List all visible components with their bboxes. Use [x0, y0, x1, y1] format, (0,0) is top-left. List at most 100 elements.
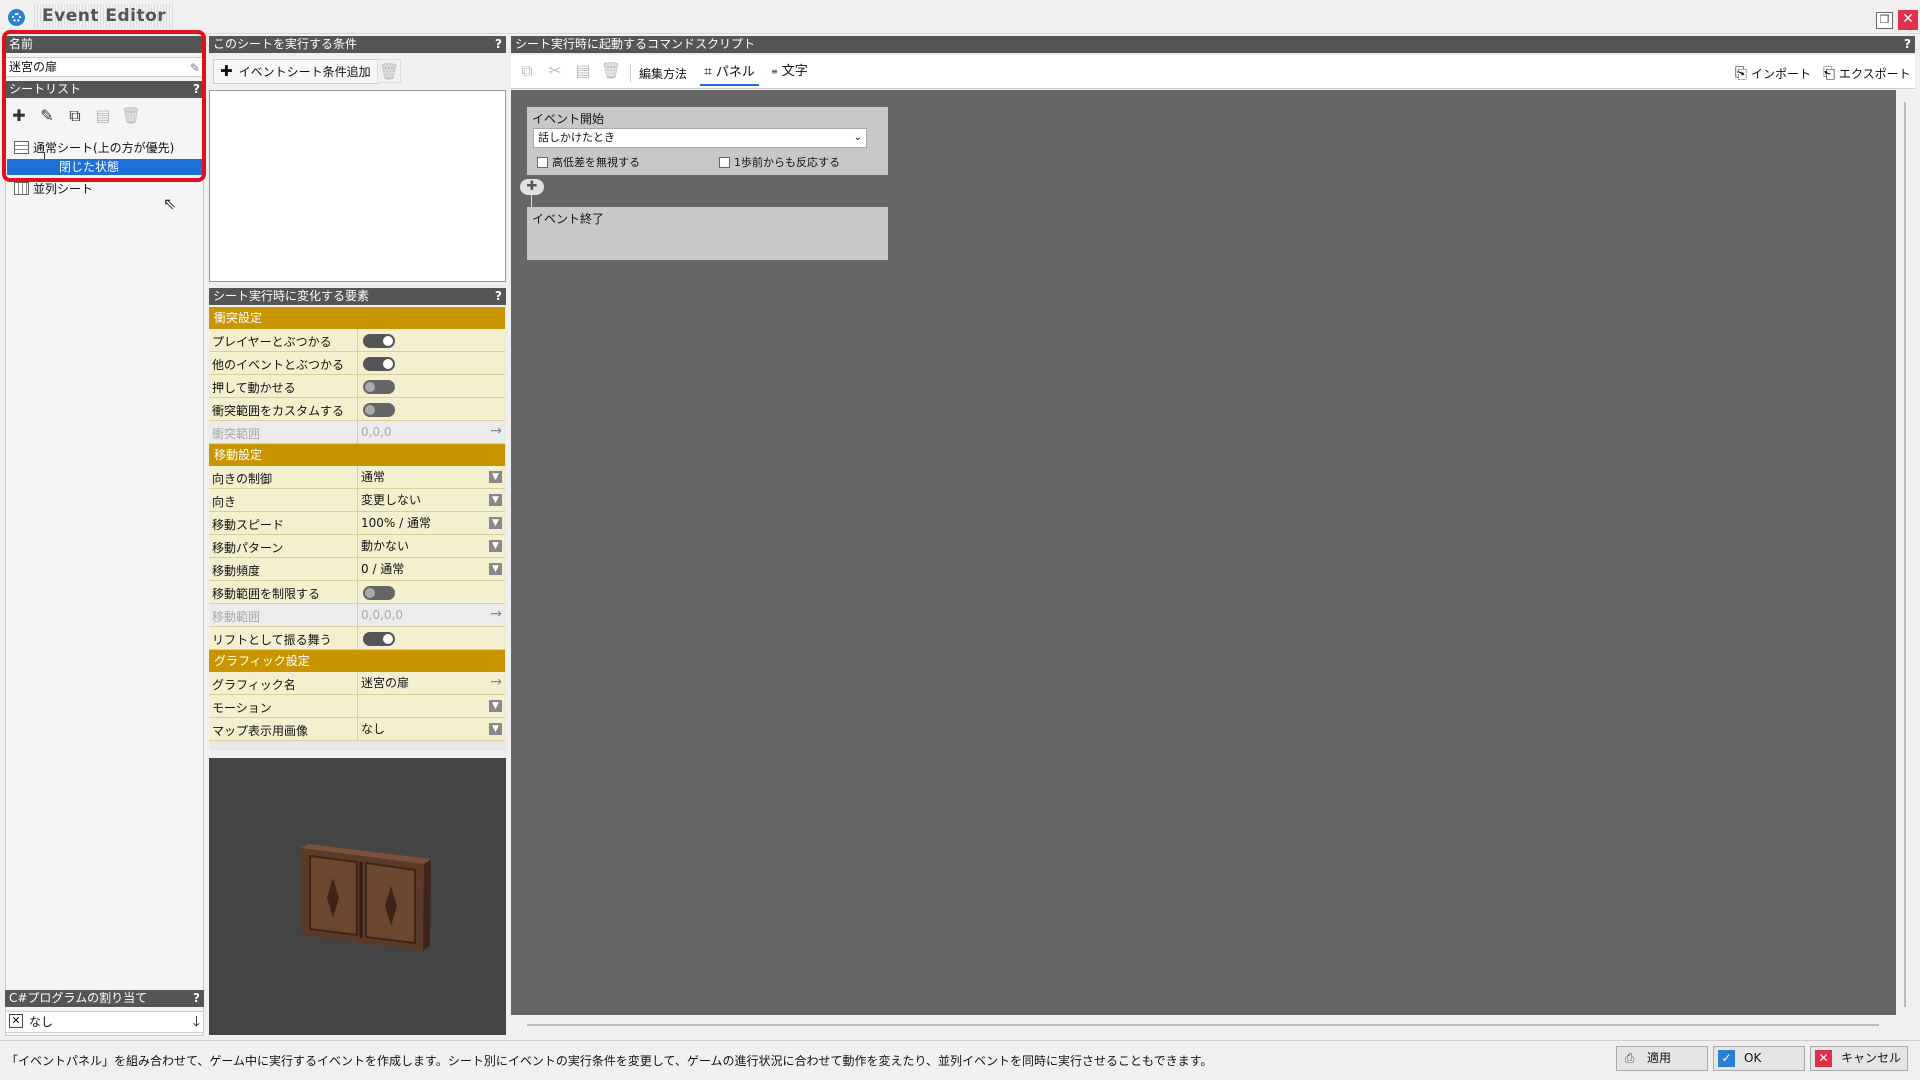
- cut-icon[interactable]: ✂: [543, 59, 567, 83]
- prop-custom-range[interactable]: 衝突範囲をカスタムする: [209, 398, 505, 421]
- event-start-panel[interactable]: イベント開始 話しかけたとき ⌄ 高低差を無視する 1歩前からも反応する: [527, 107, 888, 175]
- graphic-preview: [209, 758, 506, 1035]
- ok-button[interactable]: ✓ OK: [1713, 1046, 1805, 1071]
- cancel-button[interactable]: ✕ キャンセル: [1810, 1046, 1908, 1071]
- event-end-panel[interactable]: イベント終了: [527, 207, 888, 260]
- toggle-switch[interactable]: [363, 632, 395, 646]
- tab-panel[interactable]: ⌗ パネル: [700, 60, 759, 86]
- prop-motion[interactable]: モーション ▼: [209, 695, 505, 718]
- chevron-down-icon: ⌄: [853, 132, 862, 143]
- restore-icon[interactable]: ❐: [1876, 12, 1893, 29]
- highlight-box: [2, 30, 206, 182]
- vertical-scrollbar[interactable]: [1896, 90, 1915, 1015]
- props-header-label: シート実行時に変化する要素: [213, 289, 370, 303]
- status-message: 「イベントパネル」を組み合わせて、ゲーム中に実行するイベントを作成します。シート…: [6, 1054, 1213, 1068]
- prop-pushable[interactable]: 押して動かせる: [209, 375, 505, 398]
- toggle-switch[interactable]: [363, 403, 395, 417]
- prop-label: 移動スピード: [212, 518, 285, 532]
- window-title: Event Editor: [34, 4, 175, 28]
- prop-pattern[interactable]: 移動パターン 動かない ▼: [209, 535, 505, 558]
- prop-label: 向き: [212, 495, 237, 509]
- prop-player-hit[interactable]: プレイヤーとぶつかる: [209, 329, 505, 352]
- help-icon[interactable]: ?: [193, 990, 200, 1007]
- prop-value: 動かない: [357, 535, 505, 557]
- prop-value: なし: [357, 718, 505, 740]
- prop-label: グラフィック名: [212, 678, 296, 692]
- props-header: シート実行時に変化する要素 ?: [209, 288, 506, 305]
- toggle-switch[interactable]: [363, 334, 395, 348]
- tab-text[interactable]: ≡ 文字: [767, 60, 812, 86]
- prop-map-image[interactable]: マップ表示用画像 なし ▼: [209, 718, 505, 741]
- delete-icon[interactable]: 🗑: [377, 59, 401, 83]
- status-bar: 「イベントパネル」を組み合わせて、ゲーム中に実行するイベントを作成します。シート…: [0, 1040, 1920, 1080]
- clear-icon[interactable]: ✕: [9, 1014, 23, 1028]
- ignore-height-checkbox[interactable]: 高低差を無視する: [537, 154, 640, 170]
- help-icon[interactable]: ?: [495, 36, 502, 53]
- scroll-thumb[interactable]: [527, 1024, 1879, 1026]
- parallel-icon: [14, 182, 29, 195]
- csharp-header-label: C#プログラムの割り当て: [9, 991, 148, 1005]
- arrow-right-icon: →: [490, 606, 502, 622]
- toggle-switch[interactable]: [363, 586, 395, 600]
- prop-label: 向きの制御: [212, 472, 273, 486]
- event-end-label: イベント終了: [532, 212, 605, 226]
- conditions-list[interactable]: [209, 90, 506, 282]
- help-icon[interactable]: ?: [495, 288, 502, 305]
- prop-graphic-name[interactable]: グラフィック名 迷宮の扉 →: [209, 672, 505, 695]
- prop-label: 他のイベントとぶつかる: [212, 358, 345, 372]
- dropdown-icon[interactable]: ▼: [489, 700, 502, 712]
- prop-limit-range[interactable]: 移動範囲を制限する: [209, 581, 505, 604]
- checkbox-icon: [537, 157, 548, 168]
- dropdown-icon[interactable]: ▼: [489, 540, 502, 552]
- checkbox-icon: [719, 157, 730, 168]
- one-step-checkbox[interactable]: 1歩前からも反応する: [719, 154, 840, 170]
- door-graphic: [301, 844, 431, 951]
- toggle-switch[interactable]: [363, 357, 395, 371]
- paste-icon[interactable]: ▤: [571, 59, 595, 83]
- script-canvas[interactable]: イベント開始 話しかけたとき ⌄ 高低差を無視する 1歩前からも反応する ✚ イ…: [511, 90, 1896, 1015]
- import-icon: ⎘: [1735, 64, 1748, 82]
- section-movement: 移動設定: [209, 444, 505, 466]
- arrow-down-icon[interactable]: 🡓: [193, 1012, 200, 1032]
- prop-dir-control[interactable]: 向きの制御 通常 ▼: [209, 466, 505, 489]
- copy-icon[interactable]: ⧉: [515, 59, 539, 83]
- script-header-label: シート実行時に起動するコマンドスクリプト: [515, 37, 756, 51]
- add-icon: ✚: [220, 62, 233, 80]
- trigger-value: 話しかけたとき: [538, 131, 615, 144]
- delete-icon[interactable]: 🗑: [599, 59, 623, 83]
- edit-method-label: 編集方法: [639, 67, 688, 81]
- prop-value: 迷宮の扉: [357, 672, 505, 694]
- prop-frequency[interactable]: 移動頻度 0 / 通常 ▼: [209, 558, 505, 581]
- arrow-right-icon: →: [490, 423, 502, 439]
- dropdown-icon[interactable]: ▼: [489, 563, 502, 575]
- apply-icon: ⎙: [1624, 1051, 1635, 1065]
- mouse-cursor-icon: ⇖: [163, 194, 177, 213]
- dropdown-icon[interactable]: ▼: [489, 471, 502, 483]
- import-button[interactable]: ⎘ インポート: [1735, 61, 1811, 85]
- title-bar: [0, 0, 1920, 34]
- add-panel-icon[interactable]: ✚: [520, 179, 544, 195]
- toggle-switch[interactable]: [363, 380, 395, 394]
- prop-event-hit[interactable]: 他のイベントとぶつかる: [209, 352, 505, 375]
- check-icon: ✓: [1718, 1050, 1735, 1067]
- scroll-thumb[interactable]: [1904, 102, 1906, 1007]
- apply-button[interactable]: ⎙ 適用: [1616, 1046, 1708, 1071]
- dropdown-icon[interactable]: ▼: [489, 517, 502, 529]
- csharp-select[interactable]: ✕ なし 🡓: [5, 1011, 204, 1033]
- help-icon[interactable]: ?: [1904, 36, 1911, 53]
- dropdown-icon[interactable]: ▼: [489, 723, 502, 735]
- arrow-right-icon[interactable]: →: [490, 674, 502, 690]
- close-icon[interactable]: ✕: [1898, 10, 1918, 30]
- tree-item-label: 並列シート: [33, 182, 94, 196]
- csharp-value: なし: [29, 1015, 54, 1029]
- prop-lift[interactable]: リフトとして振る舞う: [209, 627, 505, 650]
- prop-direction[interactable]: 向き 変更しない ▼: [209, 489, 505, 512]
- export-button[interactable]: ⎗ エクスポート: [1823, 61, 1911, 85]
- horizontal-scrollbar[interactable]: [511, 1015, 1915, 1033]
- section-graphic: グラフィック設定: [209, 650, 505, 672]
- add-condition-button[interactable]: ✚ イベントシート条件追加: [213, 59, 378, 84]
- dropdown-icon[interactable]: ▼: [489, 494, 502, 506]
- prop-speed[interactable]: 移動スピード 100% / 通常 ▼: [209, 512, 505, 535]
- prop-value: 0 / 通常: [357, 558, 505, 580]
- trigger-select[interactable]: 話しかけたとき ⌄: [533, 128, 867, 148]
